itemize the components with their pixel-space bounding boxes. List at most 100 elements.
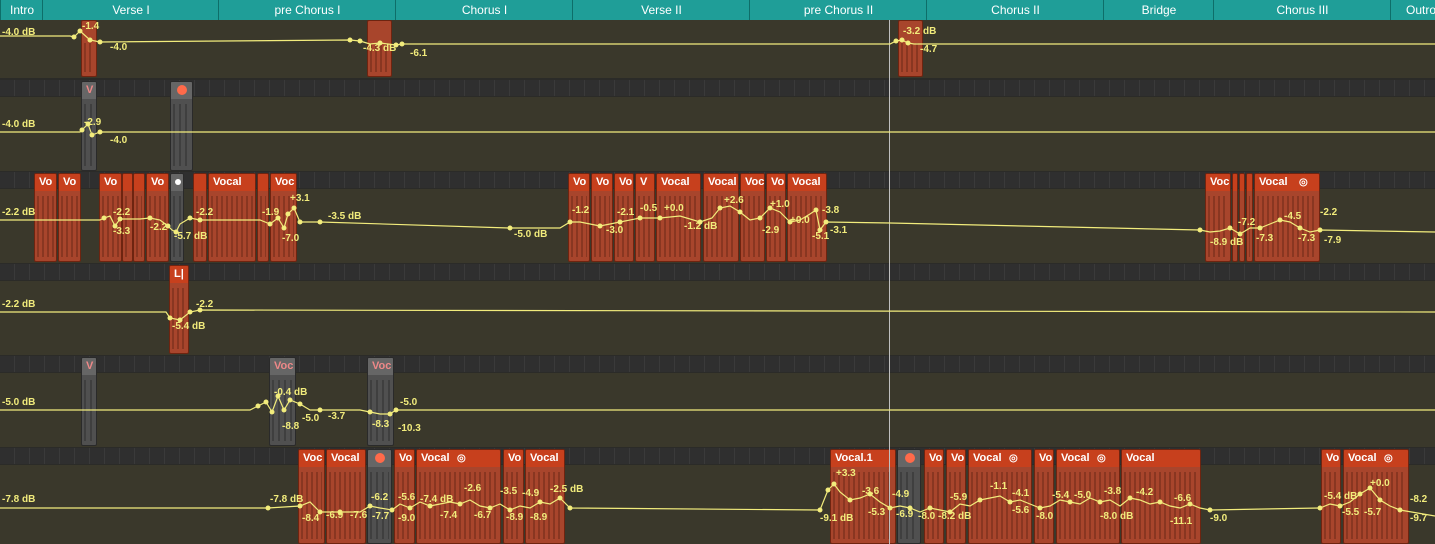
automation-value: -6.9 [326,510,344,521]
automation-value: -2.2 dB [2,207,36,218]
automation-value: -4.2 [1136,487,1154,498]
automation-value: -0.4 dB [274,387,308,398]
automation-value: -8.9 [530,512,548,523]
automation-value: -5.0 dB [514,229,548,240]
automation-value: -6.7 [474,510,492,521]
automation-value: -4.0 [110,135,128,146]
automation-nodes [71,28,1403,515]
automation-value: -2.5 dB [550,484,584,495]
automation-value: -6.6 [1174,493,1192,504]
automation-value: +0.0 [1370,478,1390,489]
automation-value: -5.6 [398,492,416,503]
automation-value: -8.2 [1410,494,1428,505]
automation-value: -2.2 [113,207,131,218]
automation-value: -4.1 [1012,488,1030,499]
automation-value: +0.0 [790,215,810,226]
automation-value: -7.3 [1298,233,1316,244]
automation-value: -8.4 [302,513,320,524]
automation-value: -5.0 [1074,490,1092,501]
automation-value: -4.5 [1284,211,1302,222]
automation-line-track-2 [0,122,1435,136]
automation-value: -4.9 [892,489,910,500]
automation-value: -7.3 [1256,233,1274,244]
automation-value: -3.1 [830,225,848,236]
automation-value: -8.9 dB [1210,237,1244,248]
automation-value: -5.0 dB [2,397,36,408]
automation-value: -3.8 [822,205,840,216]
automation-value: -9.0 [398,513,416,524]
automation-value: -5.1 [812,231,830,242]
automation-value: -1.4 [82,21,100,32]
automation-value: -4.0 [110,42,128,53]
automation-value: -5.0 [302,413,320,424]
automation-value: -3.5 dB [328,211,362,222]
automation-value: -5.4 [1052,490,1070,501]
automation-value: -7.8 dB [270,494,304,505]
automation-value: -3.6 [862,486,880,497]
automation-value: -3.2 dB [903,26,937,37]
automation-value: -9.0 [1210,513,1228,524]
automation-line-track-3 [0,205,1435,235]
automation-value: -3.3 [113,226,131,237]
automation-value: +0.0 [664,203,684,214]
automation-value: -8.9 [506,512,524,523]
automation-value: -9.1 dB [820,513,854,524]
automation-value: -11.1 [1170,516,1193,527]
automation-value: -6.1 [410,48,428,59]
automation-value: -4.0 dB [2,119,36,130]
automation-value: -8.0 dB [1100,511,1134,522]
automation-value: +3.1 [290,193,310,204]
automation-value: -2.9 [762,225,780,236]
automation-value: -2.2 [150,222,168,233]
automation-value: -3.5 [500,486,518,497]
automation-value: -4.9 [522,488,540,499]
automation-value: -2.9 [84,117,102,128]
automation-value: -4.0 dB [2,27,36,38]
automation-value: +2.6 [724,195,744,206]
automation-line-track-6 [0,483,1435,517]
automation-line-track-4 [0,309,1435,321]
automation-value: -5.5 [1342,507,1360,518]
automation-value: -2.2 [196,207,214,218]
automation-value: -8.2 dB [938,511,972,522]
automation-value: -5.4 dB [172,321,206,332]
automation-value: +1.0 [770,199,790,210]
automation-value: -3.8 [1104,486,1122,497]
automation-value: -7.7 [372,511,390,522]
automation-value: -3.7 [328,411,346,422]
automation-value: -7.0 [282,233,300,244]
automation-value: -5.4 dB [1324,491,1358,502]
automation-value: -4.7 [920,44,938,55]
automation-value: -1.1 [990,481,1008,492]
automation-value: -2.2 [196,299,214,310]
automation-value: -8.8 [282,421,300,432]
automation-value: -8.3 [372,419,390,430]
automation-value: -5.6 [1012,505,1030,516]
automation-value: -8.0 [1036,511,1054,522]
automation-value: -4.3 dB [363,43,397,54]
automation-value: -0.5 [640,203,658,214]
volume-automation-layer[interactable] [0,0,1435,544]
automation-value: -6.2 [371,492,389,503]
automation-value: -2.2 [1320,207,1338,218]
automation-value: -5.9 [950,492,968,503]
automation-value: -7.8 dB [2,494,36,505]
automation-value: -1.9 [262,207,280,218]
automation-value: -5.0 [400,397,418,408]
automation-value: -6.9 [896,509,914,520]
automation-value: -7.6 [350,510,368,521]
automation-value: -3.0 [606,225,624,236]
automation-value: -7.9 [1324,235,1342,246]
automation-value: -9.7 [1410,513,1428,524]
automation-value: -5.3 [868,507,886,518]
automation-line-track-5 [0,394,1435,415]
automation-value: -7.4 dB [420,494,454,505]
automation-value: -7.2 [1238,217,1256,228]
automation-value: -1.2 [572,205,590,216]
automation-value: -10.3 [398,423,421,434]
automation-value: +3.3 [836,468,856,479]
automation-line-track-1 [0,30,1435,46]
automation-value: -8.0 [918,511,936,522]
automation-value: -7.4 [440,510,458,521]
automation-value: -2.2 dB [2,299,36,310]
